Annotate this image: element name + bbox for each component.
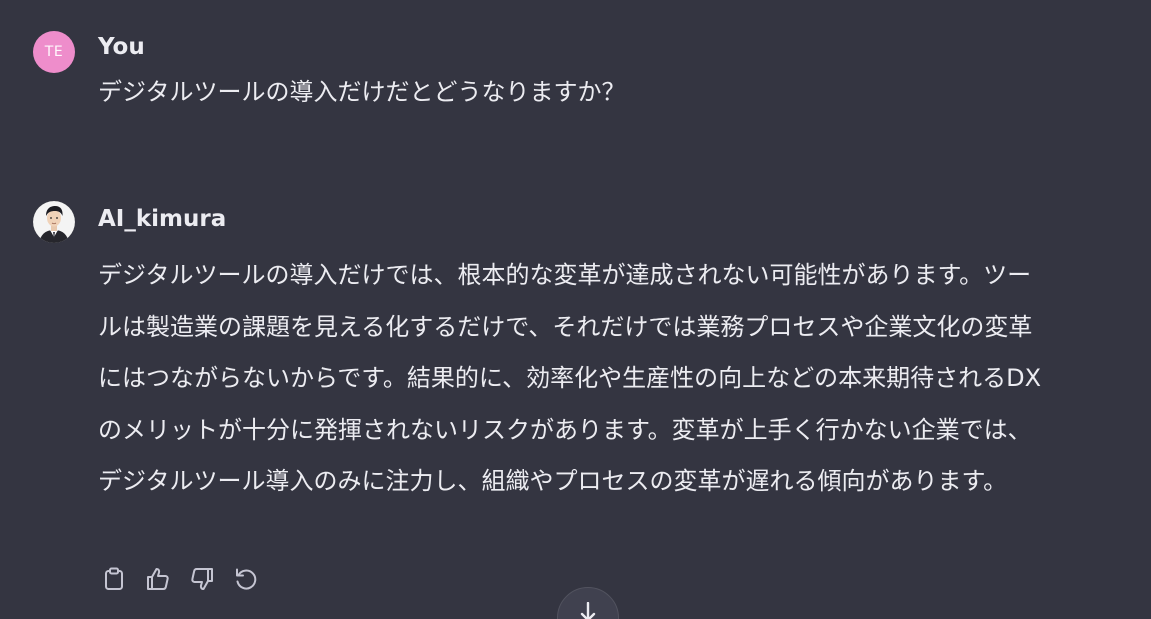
assistant-avatar bbox=[33, 201, 75, 243]
scroll-to-bottom-button[interactable] bbox=[557, 587, 619, 619]
user-avatar: TE bbox=[33, 31, 75, 73]
regenerate-icon bbox=[236, 568, 257, 590]
arrow-down-icon bbox=[580, 602, 596, 619]
clipboard-icon bbox=[105, 567, 123, 590]
regenerate-button[interactable] bbox=[233, 565, 259, 593]
message-actions bbox=[101, 565, 259, 593]
thumbs-down-button[interactable] bbox=[189, 565, 215, 593]
assistant-author-name: AI_kimura bbox=[98, 206, 227, 232]
user-message-text: デジタルツールの導入だけだとどうなりますか？ bbox=[98, 78, 626, 106]
user-avatar-initials: TE bbox=[44, 44, 64, 60]
thumbs-up-icon bbox=[147, 568, 169, 590]
user-author-name: You bbox=[98, 34, 145, 60]
assistant-portrait-icon bbox=[33, 201, 75, 243]
thumbs-down-icon bbox=[191, 568, 213, 590]
assistant-message-text: デジタルツールの導入だけでは、根本的な変革が達成されない可能性があります。ツール… bbox=[98, 261, 1042, 495]
thumbs-up-button[interactable] bbox=[145, 565, 171, 593]
chat-thread: TE You デジタルツールの導入だけだとどうなりますか？ AI_kimura … bbox=[0, 0, 1151, 619]
copy-button[interactable] bbox=[101, 565, 127, 593]
